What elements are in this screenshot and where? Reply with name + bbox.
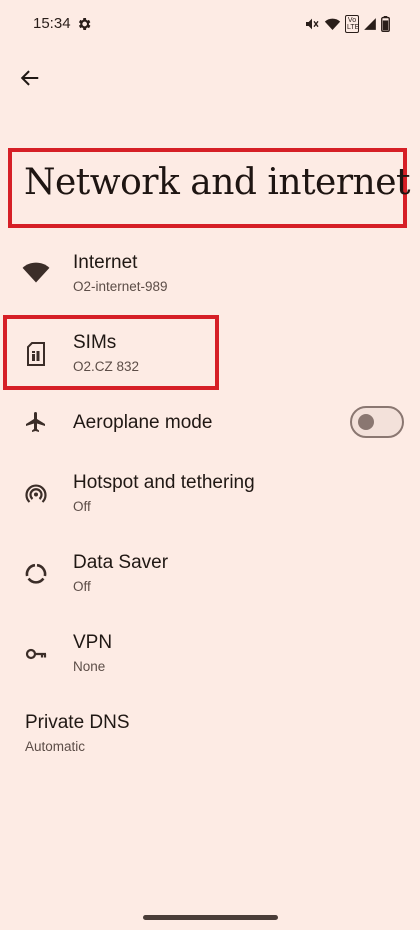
page-title: Network and internet (24, 162, 411, 203)
status-time: 15:34 (33, 15, 71, 32)
status-bar: 15:34 Vo LTE (0, 0, 420, 48)
internet-item[interactable]: Internet O2-internet-989 (0, 244, 420, 316)
item-subtitle: O2-internet-989 (73, 279, 168, 294)
status-icons: Vo LTE (304, 15, 390, 33)
hotspot-icon (22, 480, 50, 508)
item-title: Private DNS (25, 712, 130, 733)
mute-icon (306, 18, 319, 30)
private-dns-item[interactable]: Private DNS Automatic (0, 704, 420, 776)
item-subtitle: Off (73, 499, 91, 514)
item-title: Hotspot and tethering (73, 472, 255, 493)
item-subtitle: Automatic (25, 739, 86, 754)
wifi-icon (22, 258, 50, 286)
item-title: Data Saver (73, 552, 169, 573)
item-subtitle: Off (73, 579, 91, 594)
item-subtitle: O2.CZ 832 (73, 359, 140, 374)
data-saver-item[interactable]: Data Saver Off (0, 544, 420, 616)
signal-icon (364, 18, 376, 30)
gesture-home-bar[interactable] (143, 915, 278, 920)
item-title: Aeroplane mode (73, 412, 213, 433)
aeroplane-mode-toggle[interactable] (350, 406, 404, 438)
item-title: VPN (73, 632, 113, 653)
hotspot-item[interactable]: Hotspot and tethering Off (0, 464, 420, 536)
toggle-knob (358, 414, 374, 430)
battery-icon (381, 16, 390, 32)
item-title: Internet (73, 252, 138, 273)
arrow-back-icon (20, 70, 39, 86)
gear-icon (78, 18, 91, 30)
airplane-icon (22, 408, 50, 436)
volte-icon: Vo LTE (345, 15, 360, 33)
sim-card-icon (22, 340, 50, 368)
item-subtitle: None (73, 659, 106, 674)
vpn-key-icon (22, 640, 50, 668)
vpn-item[interactable]: VPN None (0, 624, 420, 696)
wifi-icon (324, 18, 341, 30)
back-button[interactable] (14, 62, 46, 94)
data-saver-icon (22, 560, 50, 588)
item-title: SIMs (73, 332, 117, 353)
sims-item[interactable]: SIMs O2.CZ 832 (0, 324, 420, 396)
